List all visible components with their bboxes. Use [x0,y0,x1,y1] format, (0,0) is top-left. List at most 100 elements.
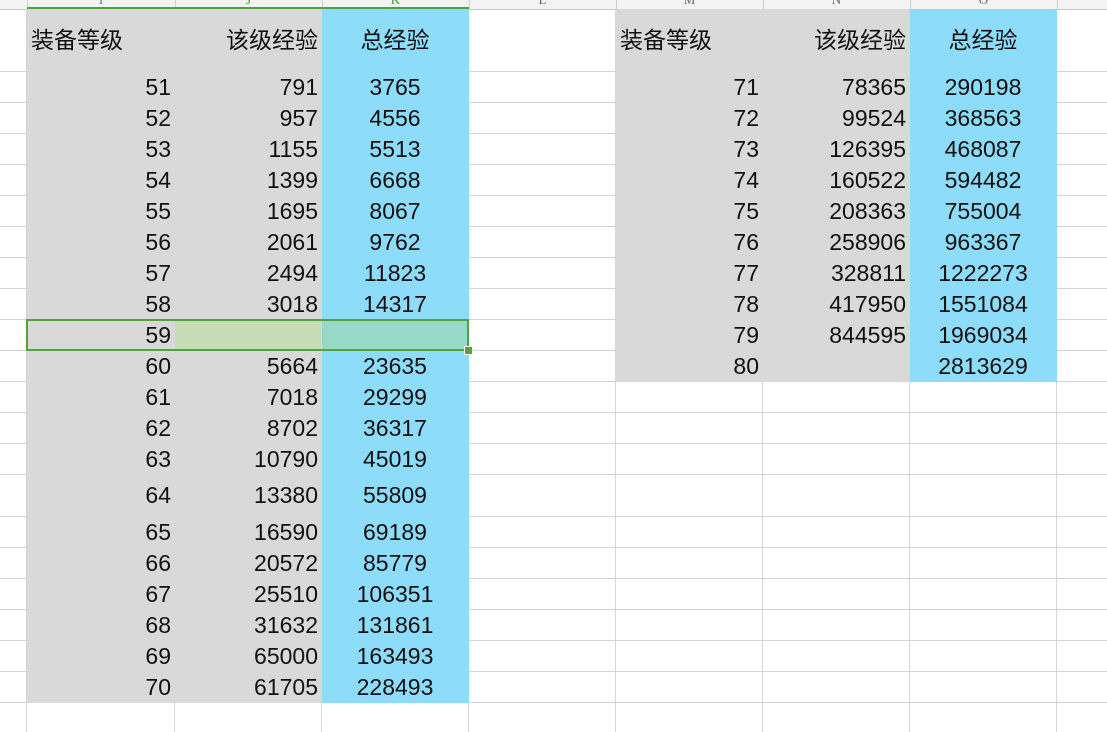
cell-empty[interactable] [1057,672,1107,703]
level-cell[interactable]: 54 [27,165,175,196]
total-exp-cell[interactable]: 594482 [910,165,1057,196]
cell-empty[interactable] [469,641,616,672]
total-exp-cell[interactable]: 45019 [322,444,469,475]
level-exp-cell[interactable]: 126395 [763,134,910,165]
total-exp-cell[interactable]: 69189 [322,517,469,548]
level-cell[interactable]: 70 [27,672,175,703]
cell-empty[interactable] [1057,475,1107,517]
cell-empty[interactable] [1057,641,1107,672]
column-header-m[interactable]: M [616,0,763,8]
level-cell[interactable]: 76 [616,227,763,258]
level-exp-cell[interactable]: 31632 [175,610,322,641]
level-cell[interactable]: 55 [27,196,175,227]
level-cell[interactable]: 53 [27,134,175,165]
total-exp-cell[interactable]: 2813629 [910,351,1057,382]
cell-empty[interactable] [616,610,763,641]
cell-empty[interactable] [469,548,616,579]
level-cell[interactable]: 60 [27,351,175,382]
cell-empty[interactable] [469,196,616,227]
cell-empty[interactable] [469,703,616,732]
cell-empty[interactable] [27,703,175,732]
level-exp-cell[interactable]: 65000 [175,641,322,672]
total-exp-cell[interactable]: 55809 [322,475,469,517]
cell-empty[interactable] [1057,579,1107,610]
cell-empty[interactable] [763,703,910,732]
level-exp-cell[interactable]: 61705 [175,672,322,703]
cell[interactable] [0,134,27,165]
total-exp-cell[interactable]: 163493 [322,641,469,672]
level-exp-cell[interactable]: 328811 [763,258,910,289]
cell-empty[interactable] [469,517,616,548]
cell-empty[interactable] [763,548,910,579]
cell-empty[interactable] [469,289,616,320]
header-total-exp[interactable]: 总经验 [322,9,469,72]
cell[interactable] [0,641,27,672]
total-exp-cell[interactable]: 963367 [910,227,1057,258]
cell-empty[interactable] [910,641,1057,672]
total-exp-cell[interactable]: 106351 [322,579,469,610]
cell-empty[interactable] [1057,258,1107,289]
total-exp-cell[interactable]: 36317 [322,413,469,444]
level-exp-cell[interactable]: 2061 [175,227,322,258]
cell-empty[interactable] [910,610,1057,641]
level-exp-cell[interactable]: 258906 [763,227,910,258]
total-exp-cell[interactable]: 1551084 [910,289,1057,320]
cell-empty[interactable] [910,703,1057,732]
level-exp-cell[interactable]: 8702 [175,413,322,444]
level-cell[interactable]: 67 [27,579,175,610]
level-cell[interactable]: 69 [27,641,175,672]
level-cell[interactable]: 75 [616,196,763,227]
cell-empty[interactable] [469,672,616,703]
level-exp-cell[interactable]: 16590 [175,517,322,548]
cell-empty[interactable] [1057,72,1107,103]
total-exp-cell[interactable]: 131861 [322,610,469,641]
total-exp-cell[interactable]: 4556 [322,103,469,134]
cell-empty[interactable] [1057,444,1107,475]
level-cell[interactable]: 57 [27,258,175,289]
level-cell[interactable]: 66 [27,548,175,579]
level-exp-cell[interactable]: 13380 [175,475,322,517]
level-cell[interactable]: 74 [616,165,763,196]
level-exp-cell[interactable]: 5664 [175,351,322,382]
level-exp-cell[interactable]: 99524 [763,103,910,134]
cell-empty[interactable] [763,444,910,475]
level-exp-cell[interactable]: 417950 [763,289,910,320]
total-exp-cell[interactable]: 8067 [322,196,469,227]
total-exp-cell[interactable]: 23635 [322,351,469,382]
column-separator[interactable] [1057,0,1058,9]
cell[interactable] [0,103,27,134]
cell-empty[interactable] [616,382,763,413]
cell-empty[interactable] [469,227,616,258]
cell-empty[interactable] [469,610,616,641]
spreadsheet-grid[interactable]: IJKLMNO 装备等级该级经验总经验装备等级该级经验总经验5179137657… [0,0,1107,732]
total-exp-cell[interactable]: 5513 [322,134,469,165]
cell-empty[interactable] [616,579,763,610]
level-cell[interactable]: 58 [27,289,175,320]
cell-empty[interactable] [616,548,763,579]
cell[interactable] [0,610,27,641]
cell-empty[interactable] [1057,610,1107,641]
cell[interactable] [0,579,27,610]
cell-empty[interactable] [763,641,910,672]
level-exp-cell[interactable]: 1399 [175,165,322,196]
cell-empty[interactable] [763,672,910,703]
total-exp-cell[interactable]: 468087 [910,134,1057,165]
cell-empty[interactable] [763,579,910,610]
cell-empty[interactable] [469,475,616,517]
cell[interactable] [0,548,27,579]
total-exp-cell[interactable]: 6668 [322,165,469,196]
level-cell[interactable]: 61 [27,382,175,413]
cell-empty[interactable] [763,413,910,444]
cell[interactable] [0,672,27,703]
cell-empty[interactable] [469,382,616,413]
column-header-n[interactable]: N [763,0,910,8]
cell-empty[interactable] [469,165,616,196]
cell-empty[interactable] [910,548,1057,579]
cell[interactable] [0,165,27,196]
total-exp-cell[interactable]: 9762 [322,227,469,258]
total-exp-cell[interactable]: 228493 [322,672,469,703]
cell-empty[interactable] [1057,320,1107,351]
level-cell[interactable]: 78 [616,289,763,320]
total-exp-cell[interactable]: 3765 [322,72,469,103]
total-exp-cell[interactable]: 14317 [322,289,469,320]
